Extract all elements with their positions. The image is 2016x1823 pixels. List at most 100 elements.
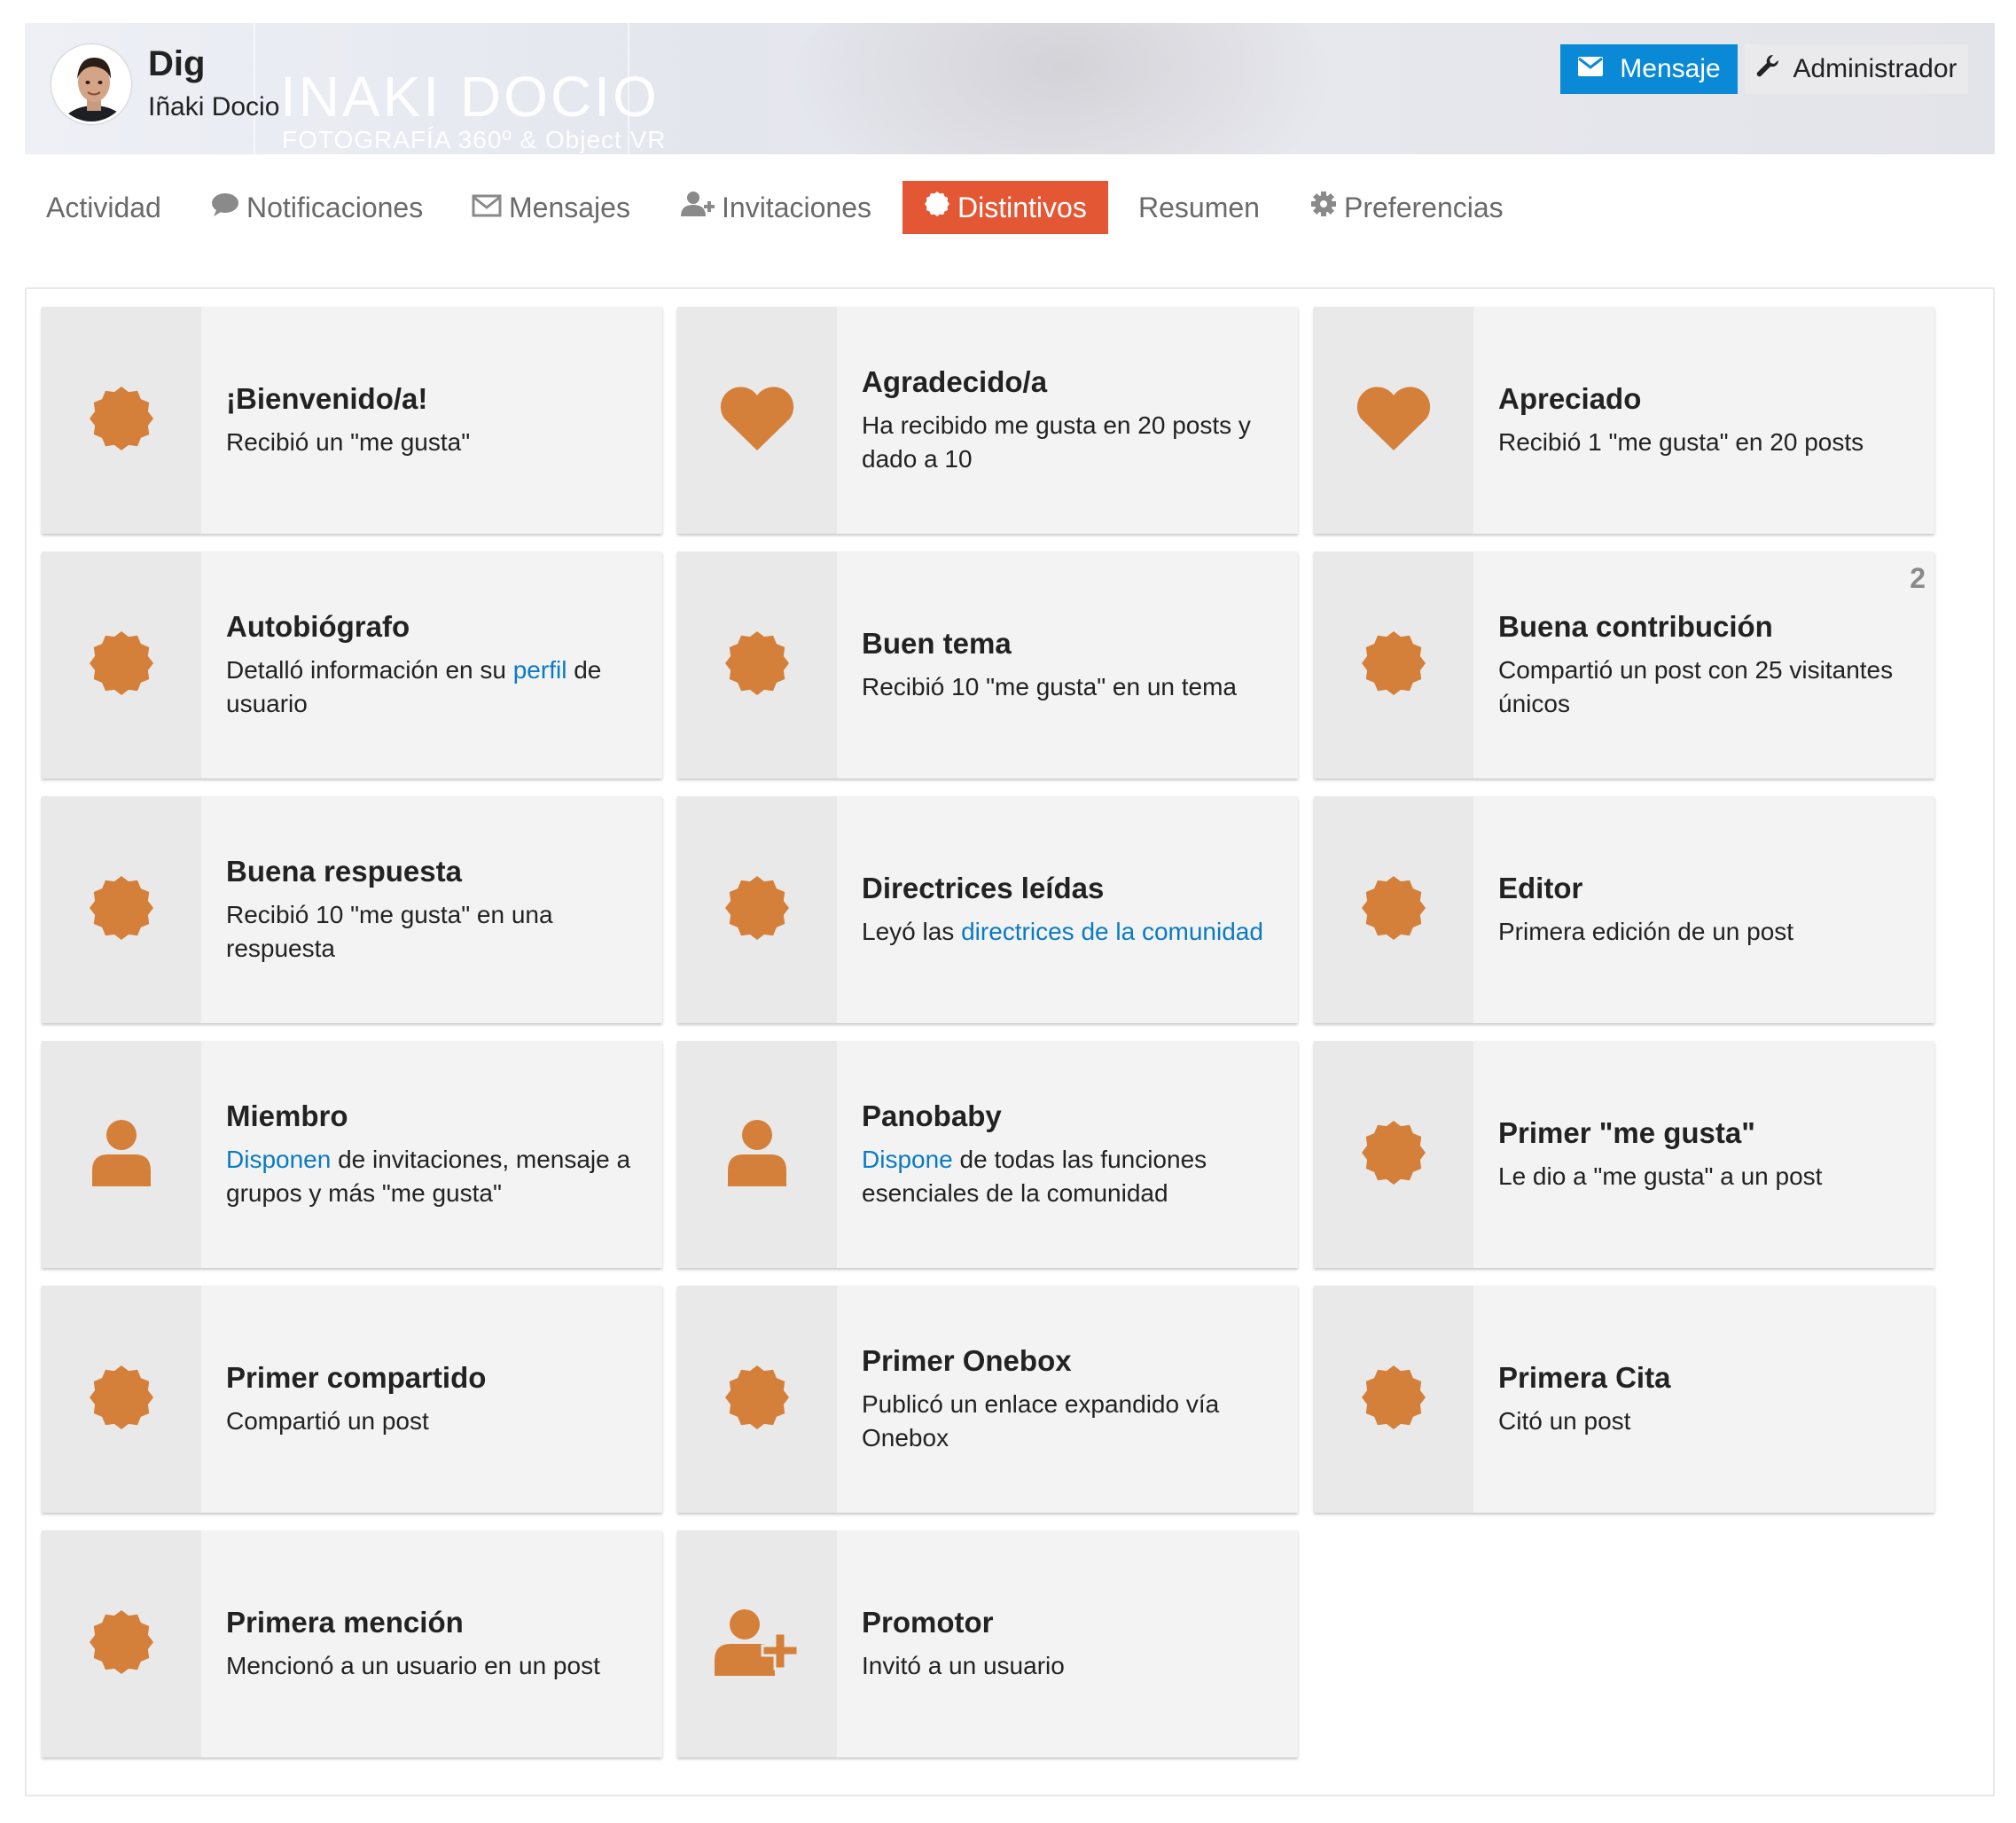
badge-description: Citó un post — [1498, 1407, 1631, 1435]
badge-description: Invitó a un usuario — [862, 1652, 1065, 1679]
profile-link[interactable]: perfil — [513, 656, 567, 684]
badge-card[interactable]: Primera mención Mencionó a un usuario en… — [42, 1530, 662, 1757]
heart-icon — [1354, 385, 1434, 457]
badge-card[interactable]: Buena contribución Compartió un post con… — [1314, 552, 1934, 778]
badge-title: Agradecido/a — [862, 365, 1048, 398]
tab-label: Notificaciones — [246, 191, 424, 223]
tab-label: Preferencias — [1344, 191, 1504, 223]
tab-label: Actividad — [46, 191, 161, 223]
admin-button[interactable]: Administrador — [1745, 44, 1968, 94]
badge-count: 2 — [1910, 562, 1926, 594]
badge-description: Recibió 1 "me gusta" en 20 posts — [1498, 428, 1864, 456]
badge-title: Primer compartido — [226, 1361, 487, 1394]
badge-card[interactable]: Primer "me gusta" Le dio a "me gusta" a … — [1314, 1041, 1934, 1268]
badge-description: Compartió un post con 25 visitantes únic… — [1498, 656, 1894, 717]
badge-description: Le dio a "me gusta" a un post — [1498, 1162, 1823, 1190]
tab-resumen[interactable]: Resumen — [1138, 181, 1260, 234]
badge-title: Primera mención — [226, 1606, 464, 1639]
heart-icon — [717, 385, 797, 457]
badge-card[interactable]: Autobiógrafo Detalló información en su p… — [42, 552, 662, 778]
badge-description: Leyó las directrices de la comunidad — [862, 918, 1263, 945]
badge-description: Recibió un "me gusta" — [226, 428, 471, 456]
banner-background-art — [787, 23, 1337, 154]
badge-title: ¡Bienvenido/a! — [226, 382, 428, 415]
envelope-icon — [1577, 54, 1604, 84]
user-plus-icon — [681, 191, 715, 224]
profile-username: Dig — [148, 44, 206, 83]
badge-title: Buena contribución — [1498, 610, 1773, 643]
message-button[interactable]: Mensaje — [1560, 44, 1738, 94]
tab-label: Distintivos — [957, 191, 1087, 223]
banner-title: INAKI DOCIO — [280, 65, 660, 129]
badge-title: Miembro — [226, 1099, 348, 1132]
badge-card[interactable]: Agradecido/a Ha recibido me gusta en 20 … — [677, 307, 1298, 534]
user-icon — [90, 1119, 152, 1191]
disponen-link[interactable]: Disponen — [226, 1146, 331, 1173]
badge-description: Dispone de todas las funciones esenciale… — [862, 1146, 1207, 1207]
certificate-icon — [723, 630, 791, 701]
message-button-label: Mensaje — [1620, 54, 1721, 83]
badge-card[interactable]: Promotor Invitó a un usuario — [677, 1530, 1298, 1757]
banner-subtitle: FOTOGRAFÍA 360º & Object VR — [282, 126, 667, 153]
tab-label: Resumen — [1138, 191, 1260, 223]
badge-card[interactable]: Panobaby Dispone de todas las funciones … — [677, 1041, 1298, 1268]
tab-actividad[interactable]: Actividad — [46, 181, 161, 234]
badge-title: Panobaby — [862, 1099, 1002, 1132]
tab-invitaciones[interactable]: Invitaciones — [681, 181, 871, 234]
envelope-icon — [472, 192, 502, 224]
badge-title: Editor — [1498, 872, 1583, 904]
badge-description: Recibió 10 "me gusta" en un tema — [862, 673, 1238, 700]
badge-title: Autobiógrafo — [226, 610, 410, 643]
guidelines-link[interactable]: directrices de la comunidad — [961, 918, 1263, 945]
badge-title: Primera Cita — [1498, 1361, 1671, 1394]
speech-bubble-icon — [211, 192, 239, 224]
certificate-icon — [1360, 1119, 1427, 1191]
badge-title: Buena respuesta — [226, 855, 462, 888]
banner-decoration-line — [254, 23, 255, 154]
tab-distintivos[interactable]: Distintivos — [903, 181, 1108, 234]
badge-card[interactable]: Primer Onebox Publicó un enlace expandid… — [677, 1286, 1298, 1513]
avatar[interactable] — [51, 44, 131, 124]
badge-description: Primera edición de un post — [1498, 918, 1794, 945]
user-plus-icon — [713, 1607, 801, 1682]
certificate-icon — [88, 385, 155, 457]
badge-card[interactable]: Buen tema Recibió 10 "me gusta" en un te… — [677, 552, 1298, 778]
badge-title: Primer Onebox — [862, 1344, 1072, 1377]
badge-card[interactable]: Editor Primera edición de un post — [1314, 796, 1934, 1023]
badge-title: Directrices leídas — [862, 872, 1105, 904]
badge-card[interactable]: Buena respuesta Recibió 10 "me gusta" en… — [42, 796, 662, 1023]
badge-card[interactable]: Primera Cita Citó un post — [1314, 1286, 1934, 1513]
badge-description: Publicó un enlace expandido vía Onebox — [862, 1390, 1220, 1451]
badge-card[interactable]: Apreciado Recibió 1 "me gusta" en 20 pos… — [1314, 307, 1934, 534]
badge-card[interactable]: Primer compartido Compartió un post — [42, 1286, 662, 1513]
badge-card[interactable]: Miembro Disponen de invitaciones, mensaj… — [42, 1041, 662, 1268]
gear-icon — [1310, 191, 1337, 224]
certificate-icon — [723, 1364, 791, 1436]
certificate-icon — [88, 874, 155, 946]
tab-mensajes[interactable]: Mensajes — [472, 181, 630, 234]
certificate-icon — [924, 191, 950, 224]
badge-title: Promotor — [862, 1606, 994, 1639]
certificate-icon — [1360, 1364, 1427, 1436]
certificate-icon — [1360, 630, 1427, 701]
certificate-icon — [723, 874, 791, 946]
certificate-icon — [88, 630, 155, 701]
tab-label: Mensajes — [509, 191, 630, 223]
badge-title: Apreciado — [1498, 382, 1642, 415]
certificate-icon — [88, 1608, 155, 1680]
profile-full-name: Iñaki Docio — [148, 92, 280, 121]
badge-card[interactable]: ¡Bienvenido/a! Recibió un "me gusta" — [42, 307, 662, 534]
badge-description: Mencionó a un usuario en un post — [226, 1652, 600, 1679]
badge-description: Ha recibido me gusta en 20 posts y dado … — [862, 411, 1251, 473]
badge-title: Buen tema — [862, 627, 1012, 660]
badge-description: Detalló información en su perfil de usua… — [226, 656, 602, 717]
tab-notificaciones[interactable]: Notificaciones — [211, 181, 423, 234]
dispone-link[interactable]: Dispone — [862, 1146, 953, 1173]
tab-preferencias[interactable]: Preferencias — [1310, 181, 1504, 234]
badge-description: Disponen de invitaciones, mensaje a grup… — [226, 1146, 631, 1207]
badge-card[interactable]: Directrices leídas Leyó las directrices … — [677, 796, 1298, 1023]
admin-button-label: Administrador — [1793, 54, 1957, 83]
badge-description: Recibió 10 "me gusta" en una respuesta — [226, 901, 553, 962]
tab-label: Invitaciones — [722, 191, 871, 223]
certificate-icon — [1360, 874, 1427, 946]
